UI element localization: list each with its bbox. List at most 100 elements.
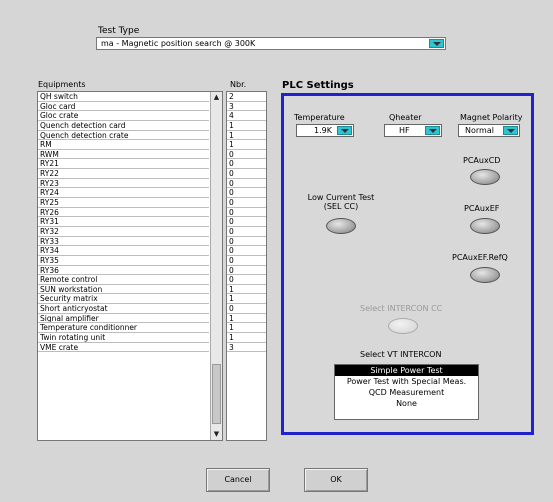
select-intercon-cc-button[interactable] [388, 318, 418, 334]
equipment-row[interactable]: RY22 [38, 169, 209, 179]
scroll-down-icon[interactable]: ▼ [212, 430, 221, 439]
equipment-row[interactable]: RY23 [38, 179, 209, 189]
equipment-row[interactable]: Short anticryostat [38, 304, 209, 314]
equipment-row[interactable]: Temperature conditionner [38, 323, 209, 334]
equipment-row[interactable]: RY31 [38, 217, 209, 227]
equipment-row[interactable]: Quench detection crate [38, 131, 209, 141]
qheater-value: HF [399, 126, 410, 135]
nbr-cell[interactable]: 1 [227, 323, 266, 334]
low-current-test-button[interactable] [326, 218, 356, 234]
nbr-cell[interactable]: 0 [227, 169, 266, 179]
vt-intercon-option[interactable]: Simple Power Test [335, 365, 478, 376]
vt-intercon-list[interactable]: Simple Power Test Power Test with Special… [334, 364, 479, 420]
equipment-row[interactable]: RM [38, 140, 209, 150]
nbr-cell[interactable]: 0 [227, 179, 266, 189]
nbr-cell[interactable]: 1 [227, 121, 266, 131]
nbr-cell[interactable]: 0 [227, 150, 266, 160]
equipment-row[interactable]: RY25 [38, 198, 209, 208]
nbr-cell[interactable]: 1 [227, 131, 266, 141]
pcauxcd-label: PCAuxCD [463, 156, 501, 165]
nbr-cell[interactable]: 0 [227, 275, 266, 285]
equipment-row[interactable]: RY21 [38, 159, 209, 170]
plc-settings-panel: Temperature 1.9K Qheater HF Magnet Polar… [281, 93, 534, 435]
equipment-row[interactable]: RY33 [38, 237, 209, 247]
magnet-polarity-label: Magnet Polarity [460, 113, 523, 122]
equipment-row[interactable]: RWM [38, 150, 209, 160]
pcauxef-button[interactable] [470, 218, 500, 234]
vt-intercon-option[interactable]: QCD Measurement [335, 387, 478, 398]
nbr-cell[interactable]: 1 [227, 314, 266, 324]
scroll-up-icon[interactable]: ▲ [212, 93, 221, 102]
scroll-thumb[interactable] [212, 364, 221, 424]
nbr-cell[interactable]: 0 [227, 227, 266, 237]
equipment-row[interactable]: Gloc crate [38, 111, 209, 121]
temperature-label: Temperature [294, 113, 345, 122]
nbr-cell[interactable]: 3 [227, 102, 266, 112]
pcauxef-refq-button[interactable] [470, 267, 500, 283]
select-vt-intercon-label: Select VT INTERCON [360, 350, 442, 359]
cancel-button[interactable]: Cancel [206, 468, 270, 492]
temperature-value: 1.9K [314, 126, 332, 135]
equipment-row[interactable]: Remote control [38, 275, 209, 285]
chevron-down-icon[interactable] [429, 39, 444, 48]
nbr-cell[interactable]: 0 [227, 217, 266, 227]
magnet-polarity-select[interactable]: Normal [458, 124, 520, 137]
nbr-cell[interactable]: 0 [227, 237, 266, 247]
equipment-row[interactable]: Signal amplifier [38, 314, 209, 324]
low-current-test-line2: (SEL CC) [323, 202, 359, 211]
test-type-value: ma - Magnetic position search @ 300K [101, 39, 256, 48]
chevron-down-icon[interactable] [425, 126, 440, 135]
nbr-cell[interactable]: 0 [227, 266, 266, 276]
select-intercon-cc-label: Select INTERCON CC [360, 304, 443, 313]
equipment-row[interactable]: Gloc card [38, 102, 209, 112]
nbr-cell[interactable]: 1 [227, 285, 266, 295]
nbr-cell[interactable]: 0 [227, 304, 266, 314]
nbr-cell[interactable]: 0 [227, 188, 266, 199]
equipment-row[interactable]: Quench detection card [38, 121, 209, 131]
magnet-polarity-value: Normal [465, 126, 494, 135]
equipments-scrollbar[interactable]: ▲ ▼ [210, 92, 222, 440]
qheater-label: Qheater [389, 113, 422, 122]
equipment-row[interactable]: Security matrix [38, 294, 209, 305]
nbr-cell[interactable]: 0 [227, 198, 266, 208]
vt-intercon-option[interactable]: None [335, 398, 478, 409]
equipment-row[interactable]: RY35 [38, 256, 209, 266]
equipments-header: Equipments [38, 80, 86, 89]
nbr-cell[interactable]: 3 [227, 343, 266, 353]
equipment-row[interactable]: RY26 [38, 208, 209, 218]
nbr-cell[interactable]: 0 [227, 159, 266, 170]
nbr-list[interactable]: 234111000000000000001101113 [226, 91, 267, 441]
equipment-row[interactable]: VME crate [38, 343, 209, 353]
test-type-select[interactable]: ma - Magnetic position search @ 300K [96, 37, 446, 50]
pcauxef-refq-label: PCAuxEF.RefQ [452, 253, 508, 262]
nbr-cell[interactable]: 1 [227, 140, 266, 150]
temperature-select[interactable]: 1.9K [296, 124, 354, 137]
nbr-cell[interactable]: 1 [227, 333, 266, 343]
nbr-cell[interactable]: 0 [227, 256, 266, 266]
nbr-cell[interactable]: 4 [227, 111, 266, 121]
nbr-cell[interactable]: 2 [227, 92, 266, 102]
equipment-row[interactable]: RY34 [38, 246, 209, 256]
vt-intercon-option[interactable]: Power Test with Special Meas. [335, 376, 478, 387]
chevron-down-icon[interactable] [503, 126, 518, 135]
equipment-row[interactable]: SUN workstation [38, 285, 209, 295]
equipment-row[interactable]: RY24 [38, 188, 209, 199]
plc-settings-title: PLC Settings [282, 80, 354, 91]
qheater-select[interactable]: HF [384, 124, 442, 137]
chevron-down-icon[interactable] [337, 126, 352, 135]
pcauxef-label: PCAuxEF [464, 204, 500, 213]
test-type-label: Test Type [98, 26, 140, 36]
nbr-header: Nbr. [230, 80, 247, 89]
nbr-cell[interactable]: 0 [227, 246, 266, 256]
ok-button[interactable]: OK [304, 468, 368, 492]
equipment-row[interactable]: QH switch [38, 92, 209, 102]
equipment-row[interactable]: RY32 [38, 227, 209, 237]
equipment-row[interactable]: RY36 [38, 266, 209, 276]
equipment-row[interactable]: Twin rotating unit [38, 333, 209, 343]
equipments-list[interactable]: QH switch Gloc card Gloc crate Quench detec… [37, 91, 223, 441]
pcauxcd-button[interactable] [470, 169, 500, 185]
low-current-test-line1: Low Current Test [307, 193, 375, 202]
nbr-cell[interactable]: 1 [227, 294, 266, 305]
nbr-cell[interactable]: 0 [227, 208, 266, 218]
low-current-test-label: Low Current Test (SEL CC) [301, 193, 381, 211]
